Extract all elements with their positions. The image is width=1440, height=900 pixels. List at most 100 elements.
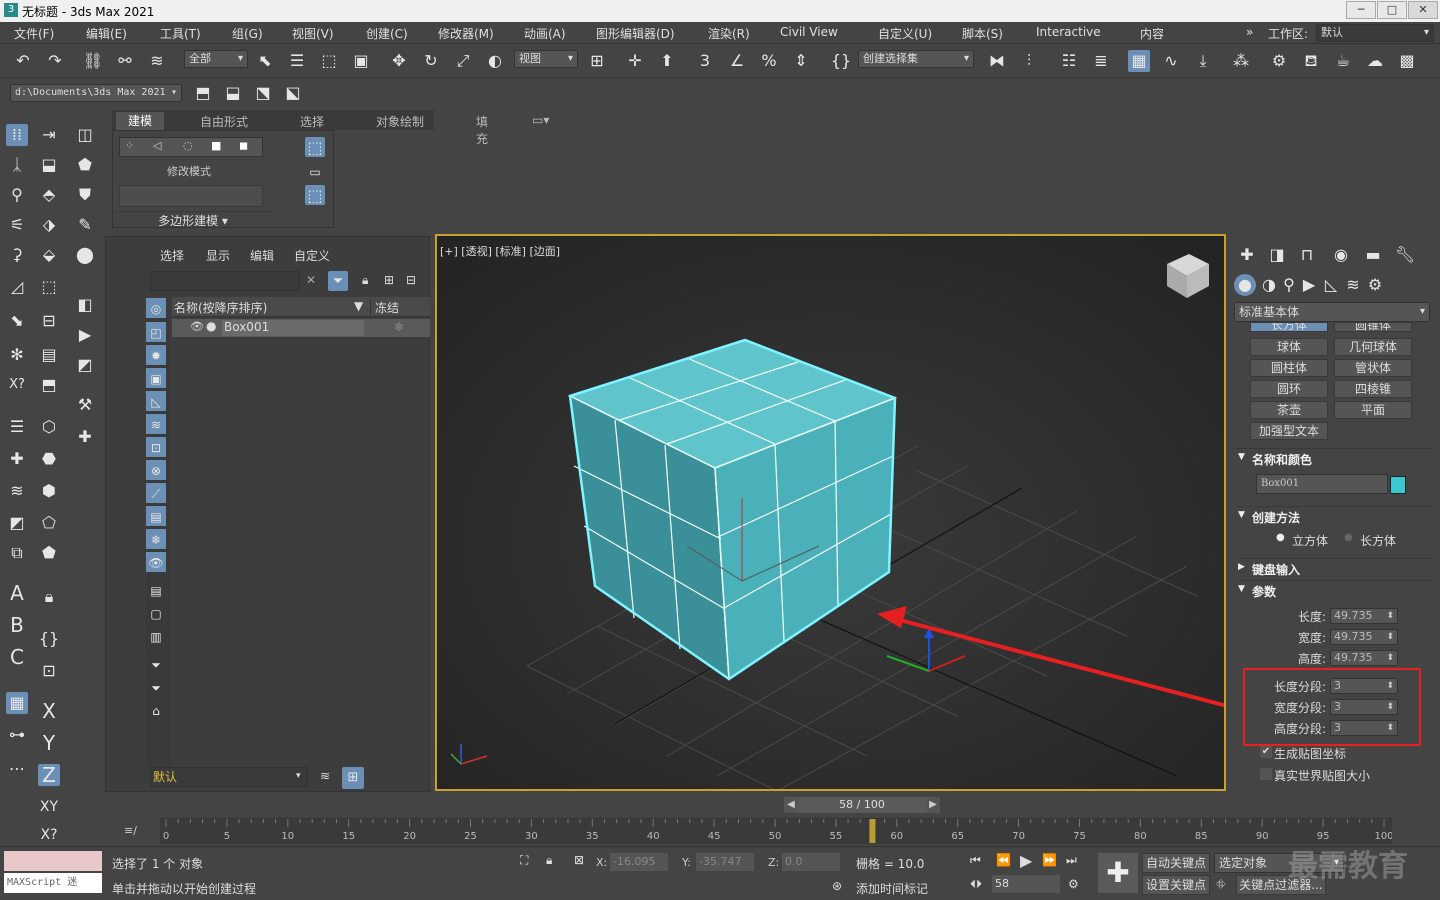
ribbon-options-icon[interactable]: ▭▾ <box>532 113 549 127</box>
maxscript-input[interactable]: MAXScript 迷 <box>4 873 102 893</box>
material-editor-icon[interactable]: ⁂ <box>1230 50 1252 72</box>
tool-row4a-icon[interactable]: ⚟ <box>6 214 28 236</box>
pyramid-button[interactable]: 四棱锥 <box>1334 380 1412 398</box>
keyboard-shortcut-icon[interactable]: ⬆ <box>656 50 678 72</box>
render-setup-icon[interactable]: ⚙ <box>1268 50 1290 72</box>
render-cloud-icon[interactable]: ☁ <box>1364 50 1386 72</box>
stack-layers-icon[interactable]: ⧉ <box>6 542 28 564</box>
angle-snap-icon[interactable]: ∠ <box>726 50 748 72</box>
xscale-icon[interactable]: X? <box>6 374 28 396</box>
project-settings-icon[interactable]: ⬕ <box>282 82 304 104</box>
stack-icon[interactable]: ⬘ <box>38 184 60 206</box>
layer-dropdown[interactable]: 默认 <box>150 767 308 787</box>
clear-search-icon[interactable]: ✕ <box>306 273 316 287</box>
filter-invert-icon[interactable]: ▥ <box>146 626 166 646</box>
scene-tab-select[interactable]: 选择 <box>160 247 184 264</box>
tab-freeform[interactable]: 自由形式 <box>200 113 248 130</box>
scene-tab-customize[interactable]: 自定义 <box>294 247 330 264</box>
teapot-button[interactable]: 茶壶 <box>1250 401 1328 419</box>
systems-category-icon[interactable]: ⚙ <box>1364 274 1386 296</box>
layer-view-icon[interactable]: ⊟ <box>406 273 416 287</box>
tab-modeling[interactable]: 建模 <box>116 112 165 130</box>
gen-map-checkbox[interactable]: ✔ <box>1260 746 1272 758</box>
tool-row6a-icon[interactable]: ◿ <box>6 276 28 298</box>
name-color-rollout[interactable]: ▼ 名称和颜色 <box>1236 448 1432 468</box>
pivot-center-icon[interactable]: ⊞ <box>586 50 608 72</box>
hierarchy-icon[interactable]: ⇥ <box>38 124 60 146</box>
filter-spacewarps-icon[interactable]: ≋ <box>146 414 166 434</box>
bring-forward-icon[interactable]: ⬓ <box>38 154 60 176</box>
time-config-icon[interactable]: ⚙ <box>1068 877 1079 891</box>
cone-button[interactable]: 圆锥体 <box>1334 322 1412 332</box>
plane-button[interactable]: 平面 <box>1334 401 1412 419</box>
time-prev-button[interactable]: ◀ <box>784 797 798 813</box>
filter-shapes-icon[interactable]: ◰ <box>146 322 166 342</box>
filter-lights-icon[interactable]: ✹ <box>146 345 166 365</box>
key-filter-icon[interactable]: ⛗ <box>1216 877 1226 892</box>
brush-icon[interactable]: ⚒ <box>74 394 96 416</box>
rect-selection-icon[interactable]: ⬚ <box>318 50 340 72</box>
select-mode-icon[interactable]: ⁞⁞ <box>6 124 28 146</box>
next-frame-icon[interactable]: ⏩ <box>1042 853 1057 867</box>
object-name-input[interactable]: Box001 <box>1256 474 1388 494</box>
width-spinner[interactable]: 49.735 <box>1330 629 1398 645</box>
braces-icon[interactable]: {} <box>38 628 60 650</box>
menu-file[interactable]: 文件(F) <box>14 25 54 42</box>
menu-edit[interactable]: 编辑(E) <box>86 25 127 42</box>
menu-rendering[interactable]: 渲染(R) <box>708 25 750 42</box>
creation-method-rollout[interactable]: ▼ 创建方法 <box>1236 506 1432 526</box>
menu-graph-editors[interactable]: 图形编辑器(D) <box>596 25 675 42</box>
prev-frame-icon[interactable]: ⏪ <box>996 853 1011 867</box>
snap-toggle-icon[interactable]: 3 <box>694 50 716 72</box>
named-selection-icon[interactable]: {} <box>830 50 852 72</box>
filter-xrefs-icon[interactable]: ⊗ <box>146 460 166 480</box>
select-rect-icon[interactable]: ◩ <box>6 512 28 534</box>
text-b-icon[interactable]: B <box>6 614 28 636</box>
render-gallery-icon[interactable]: ▩ <box>1396 50 1418 72</box>
filter-bones-icon[interactable]: ⟋ <box>146 483 166 503</box>
auto-key-button[interactable]: 自动关键点 <box>1142 853 1210 873</box>
menu-civil-view[interactable]: Civil View <box>780 25 838 39</box>
tool-row11b-icon[interactable]: ⬣ <box>38 448 60 470</box>
text-a-icon[interactable]: A <box>6 582 28 604</box>
axis-x-lock-icon[interactable]: X? <box>38 824 60 846</box>
shapes-icon[interactable]: ⬟ <box>74 154 96 176</box>
geosphere-button[interactable]: 几何球体 <box>1334 338 1412 356</box>
object-color-swatch[interactable] <box>1390 476 1406 494</box>
create-tab-icon[interactable]: ✚ <box>1236 244 1258 266</box>
time-tag-icon[interactable]: ⊛ <box>832 879 842 893</box>
scene-tab-display[interactable]: 显示 <box>206 247 230 264</box>
cylinder-button[interactable]: 圆柱体 <box>1250 359 1328 377</box>
tool-row10b-icon[interactable]: ⬡ <box>38 416 60 438</box>
set-key-button[interactable]: 设置关键点 <box>1142 875 1210 895</box>
primitive-type-dropdown[interactable]: 标准基本体 <box>1234 302 1430 322</box>
set-key-big-button[interactable]: ✚ <box>1098 853 1138 893</box>
y-coord-input[interactable]: -35.747 <box>696 853 754 871</box>
filter-containers-icon[interactable]: ▤ <box>146 506 166 526</box>
filter-none-icon[interactable]: ▢ <box>146 603 166 623</box>
viewport-label[interactable]: [+] [透视] [标准] [边面] <box>440 243 560 259</box>
filter-frozen-icon[interactable]: ❄ <box>146 529 166 549</box>
column-freeze-header[interactable]: 冻结 <box>370 299 399 316</box>
scale-icon[interactable]: ⤢ <box>452 50 474 72</box>
parameters-rollout[interactable]: ▼ 参数 <box>1236 580 1432 600</box>
ribbon-tool-2-icon[interactable]: ▭ <box>305 161 325 181</box>
tool-row6b-icon[interactable]: ⬚ <box>38 276 60 298</box>
length-spinner[interactable]: 49.735 <box>1330 608 1398 624</box>
object-dot-icon[interactable]: ● <box>206 319 216 333</box>
snowflake-icon[interactable]: ✻ <box>6 344 28 366</box>
column-name-header[interactable]: 名称(按降序排序) <box>174 299 267 316</box>
time-slider[interactable]: 58 / 100 <box>798 797 926 813</box>
layer-dropdown-arrow-icon[interactable]: ▾ <box>296 771 301 781</box>
move-icon[interactable]: ✥ <box>388 50 410 72</box>
tool-row6c-icon[interactable]: ◧ <box>74 294 96 316</box>
menu-group[interactable]: 组(G) <box>232 25 263 42</box>
filter-geometry-icon[interactable]: ◎ <box>146 298 166 318</box>
border-icon[interactable]: ◌ <box>183 139 193 152</box>
spacewarps-category-icon[interactable]: ≋ <box>1342 274 1364 296</box>
display-tool-icon[interactable]: ◫ <box>74 124 96 146</box>
keyboard-entry-rollout[interactable]: ▶ 键盘输入 <box>1236 558 1432 578</box>
cameras-category-icon[interactable]: ▶ <box>1298 274 1320 296</box>
visibility-eye-icon[interactable]: 👁︎ <box>190 320 204 333</box>
bind-space-warp-icon[interactable]: ≋ <box>146 50 168 72</box>
